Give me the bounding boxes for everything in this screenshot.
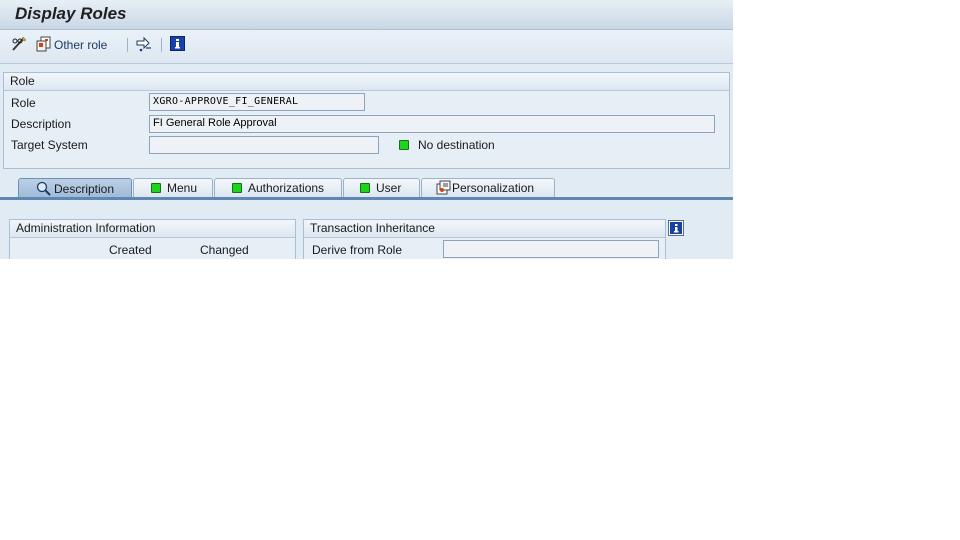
tab-authorizations-label: Authorizations <box>248 181 325 195</box>
transaction-inheritance-header: Transaction Inheritance <box>304 220 665 238</box>
page-title: Display Roles <box>15 4 127 23</box>
info-icon <box>170 36 185 54</box>
sap-window: Display Roles Other role Role Role XGRO-… <box>0 0 733 259</box>
tab-description[interactable]: Description <box>18 178 132 198</box>
tab-authorizations[interactable]: Authorizations <box>214 178 342 197</box>
transport-arrows-icon <box>135 36 153 55</box>
pencil-glasses-icon <box>10 36 28 55</box>
display-change-button[interactable] <box>10 36 28 54</box>
other-role-button[interactable]: Other role <box>36 36 107 54</box>
other-object-icon <box>36 36 52 55</box>
target-system-label: Target System <box>11 138 88 152</box>
tab-menu-label: Menu <box>167 181 198 195</box>
status-green-icon <box>360 183 370 193</box>
target-system-field[interactable] <box>149 136 379 154</box>
tab-user[interactable]: User <box>343 178 420 197</box>
role-field[interactable]: XGRO-APPROVE_FI_GENERAL <box>149 93 365 111</box>
tab-user-label: User <box>376 181 402 195</box>
destination-status: No destination <box>418 138 495 152</box>
personalization-icon <box>435 180 451 196</box>
info-button[interactable] <box>668 220 684 236</box>
changed-column-header: Changed <box>200 243 249 257</box>
title-bar: Display Roles <box>0 0 733 30</box>
status-green-icon <box>151 183 161 193</box>
tab-menu[interactable]: Menu <box>133 178 213 197</box>
description-label: Description <box>11 117 72 131</box>
derive-from-role-label: Derive from Role <box>312 243 403 257</box>
tab-personalization-label: Personalization <box>452 181 535 195</box>
toolbar-separator <box>161 38 162 52</box>
description-value: FI General Role Approval <box>153 117 277 129</box>
role-label: Role <box>11 96 36 110</box>
tab-description-label: Description <box>54 181 115 196</box>
info-icon <box>670 222 682 234</box>
role-group-header: Role <box>4 73 729 91</box>
tab-personalization[interactable]: Personalization <box>421 178 555 197</box>
description-field[interactable]: FI General Role Approval <box>149 115 715 133</box>
admin-info-header: Administration Information <box>10 220 295 238</box>
other-role-label: Other role <box>54 38 108 52</box>
application-toolbar: Other role <box>0 30 733 64</box>
admin-info-group: Administration Information <box>9 219 296 259</box>
derive-from-role-field[interactable] <box>443 240 659 258</box>
transport-button[interactable] <box>135 36 153 54</box>
status-green-icon <box>232 183 242 193</box>
magnifier-icon <box>36 181 52 197</box>
status-green-icon <box>399 140 409 150</box>
created-column-header: Created <box>109 243 152 257</box>
role-value: XGRO-APPROVE_FI_GENERAL <box>153 96 299 107</box>
tab-underline <box>0 197 733 200</box>
toolbar-separator <box>127 38 128 52</box>
information-button[interactable] <box>170 36 185 54</box>
